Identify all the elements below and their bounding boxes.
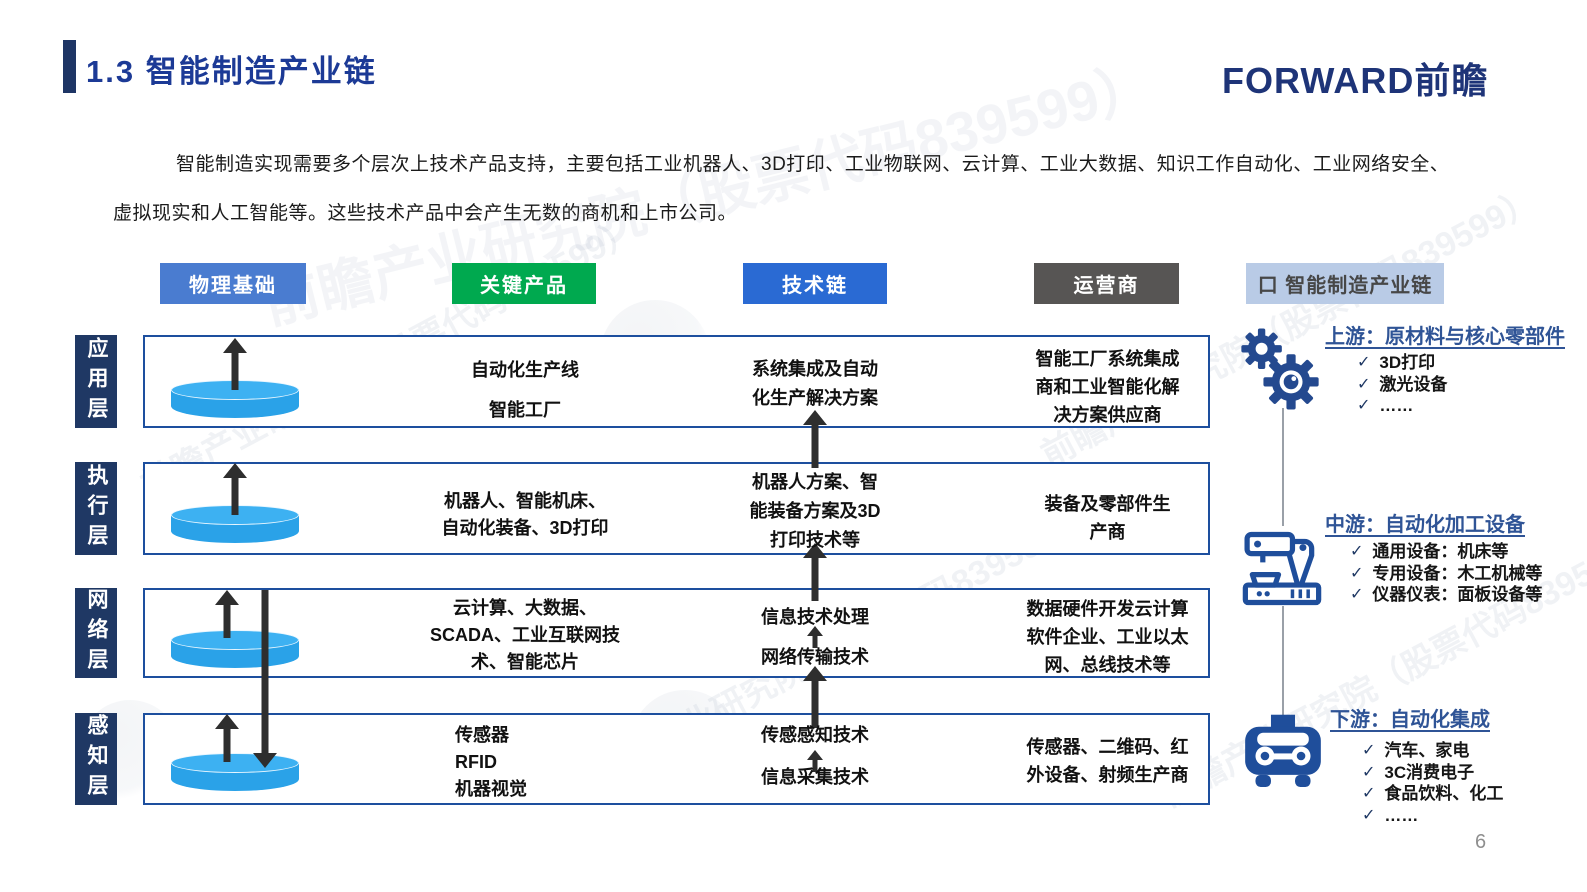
check-icon: ✓ — [1362, 763, 1376, 781]
check-icon: ✓ — [1357, 397, 1371, 414]
layer-label-text: 应用层 — [85, 336, 108, 427]
layer-label-text: 网络层 — [85, 588, 108, 678]
check-icon: ✓ — [1362, 742, 1376, 759]
list-item: ✓ 激光设备 — [1357, 374, 1447, 396]
list-item-text: 专用设备：木工机械等 — [1372, 563, 1543, 583]
list-item-text: …… — [1384, 805, 1419, 825]
list-item-text: 食品饮料、化工 — [1384, 784, 1504, 803]
midstream-title: 中游：自动化加工设备 — [1325, 514, 1525, 536]
list-item-text: 汽车、家电 — [1384, 741, 1470, 760]
up-arrow-icon — [223, 338, 247, 390]
list-item-text: 激光设备 — [1379, 374, 1448, 394]
cell-operators: 装备及零部件生 产商 — [1044, 494, 1171, 542]
check-icon: ✓ — [1350, 543, 1364, 560]
column-header-operators: 运营商 — [1034, 263, 1179, 304]
gears-icon — [1234, 323, 1326, 415]
check-icon: ✓ — [1350, 564, 1364, 582]
cell-tech-chain-top: 信息技术处理 — [761, 607, 869, 627]
page-title: 1.3 智能制造产业链 — [86, 54, 377, 89]
downstream-list: ✓ 汽车、家电 ✓ 3C消费电子 ✓ 食品饮料、化工 ✓ …… — [1362, 740, 1503, 826]
down-arrow-icon — [253, 590, 277, 768]
layer-label-network: 网络层 — [75, 588, 117, 678]
title-accent-bar — [63, 40, 76, 93]
cell-tech-chain: 系统集成及自动 化生产解决方案 — [752, 359, 878, 408]
flow-arrow-icon — [803, 410, 827, 468]
forward-logo: FORWARD前瞻 — [1222, 60, 1489, 101]
layer-label-perception: 感知层 — [75, 713, 117, 805]
list-item: ✓ 3C消费电子 — [1362, 762, 1503, 784]
check-icon: ✓ — [1357, 354, 1371, 371]
list-item: ✓ 专用设备：木工机械等 — [1350, 563, 1542, 585]
cell-operators: 传感器、二维码、红 外设备、射频生产商 — [1026, 737, 1189, 785]
list-item-text: …… — [1379, 396, 1414, 415]
column-header-tech-chain: 技术链 — [743, 263, 887, 304]
slide-canvas: 前瞻产业研究院（股票代码839599） 前瞻产业研究院（股票代码839599） … — [0, 0, 1587, 892]
column-header-physical-base: 物理基础 — [160, 263, 306, 304]
cell-key-products: 自动化生产线 智能工厂 — [471, 360, 579, 420]
list-item: ✓ 食品饮料、化工 — [1362, 783, 1503, 805]
cell-key-products: 传感器 RFID 机器视觉 — [455, 725, 527, 799]
up-arrow-icon — [215, 590, 239, 638]
chain-connector-line — [1282, 408, 1284, 526]
list-item: ✓ …… — [1357, 395, 1447, 417]
list-item-text: 通用设备：机床等 — [1372, 542, 1509, 561]
list-item-text: 3D打印 — [1379, 353, 1436, 372]
page-number: 6 — [1475, 831, 1487, 853]
check-icon: ✓ — [1362, 785, 1376, 802]
intro-paragraph: 智能制造实现需要多个层次上技术产品支持，主要包括工业机器人、3D打印、工业物联网… — [113, 154, 1450, 224]
cell-operators: 数据硬件开发云计算 软件企业、工业以太 网、总线技术等 — [1026, 599, 1189, 675]
cell-tech-chain-bottom: 网络传输技术 — [761, 647, 869, 667]
check-icon: ✓ — [1350, 586, 1364, 603]
layer-label-execution: 执行层 — [75, 462, 117, 555]
list-item-text: 仪器仪表：面板设备等 — [1372, 585, 1543, 604]
cell-tech-chain-bottom: 信息采集技术 — [761, 767, 869, 787]
layer-label-text: 感知层 — [85, 714, 108, 804]
flow-arrow-icon — [803, 666, 827, 728]
cell-key-products: 机器人、智能机床、 自动化装备、3D打印 — [441, 491, 609, 538]
midstream-list: ✓ 通用设备：机床等 ✓ 专用设备：木工机械等 ✓ 仪器仪表：面板设备等 — [1350, 541, 1542, 606]
list-item: ✓ 汽车、家电 — [1362, 740, 1503, 762]
cell-operators: 智能工厂系统集成 商和工业智能化解 决方案供应商 — [1035, 349, 1180, 425]
downstream-title: 下游：自动化集成 — [1330, 709, 1490, 731]
cell-tech-chain: 机器人方案、智 能装备方案及3D 打印技术等 — [749, 472, 881, 550]
list-item: ✓ …… — [1362, 805, 1503, 827]
list-item: ✓ 通用设备：机床等 — [1350, 541, 1542, 563]
chain-connector-line — [1282, 606, 1284, 716]
layer-label-application: 应用层 — [75, 335, 117, 428]
upstream-list: ✓ 3D打印 ✓ 激光设备 ✓ …… — [1357, 352, 1447, 417]
up-arrow-icon — [215, 714, 239, 762]
machine-icon — [1238, 524, 1326, 606]
upstream-title: 上游：原材料与核心零部件 — [1325, 326, 1565, 348]
car-icon — [1240, 712, 1326, 800]
industry-chain-header: 口 智能制造产业链 — [1246, 263, 1444, 304]
list-item-text: 3C消费电子 — [1384, 762, 1475, 782]
cell-tech-chain-top: 传感感知技术 — [761, 725, 869, 745]
check-icon: ✓ — [1357, 375, 1371, 393]
list-item: ✓ 3D打印 — [1357, 352, 1447, 374]
column-header-key-products: 关键产品 — [452, 263, 596, 304]
cell-key-products: 云计算、大数据、 SCADA、工业互联网技 术、智能芯片 — [429, 598, 620, 672]
check-icon: ✓ — [1362, 806, 1376, 824]
up-arrow-icon — [223, 463, 247, 515]
layer-label-text: 执行层 — [85, 463, 108, 554]
list-item: ✓ 仪器仪表：面板设备等 — [1350, 584, 1542, 606]
